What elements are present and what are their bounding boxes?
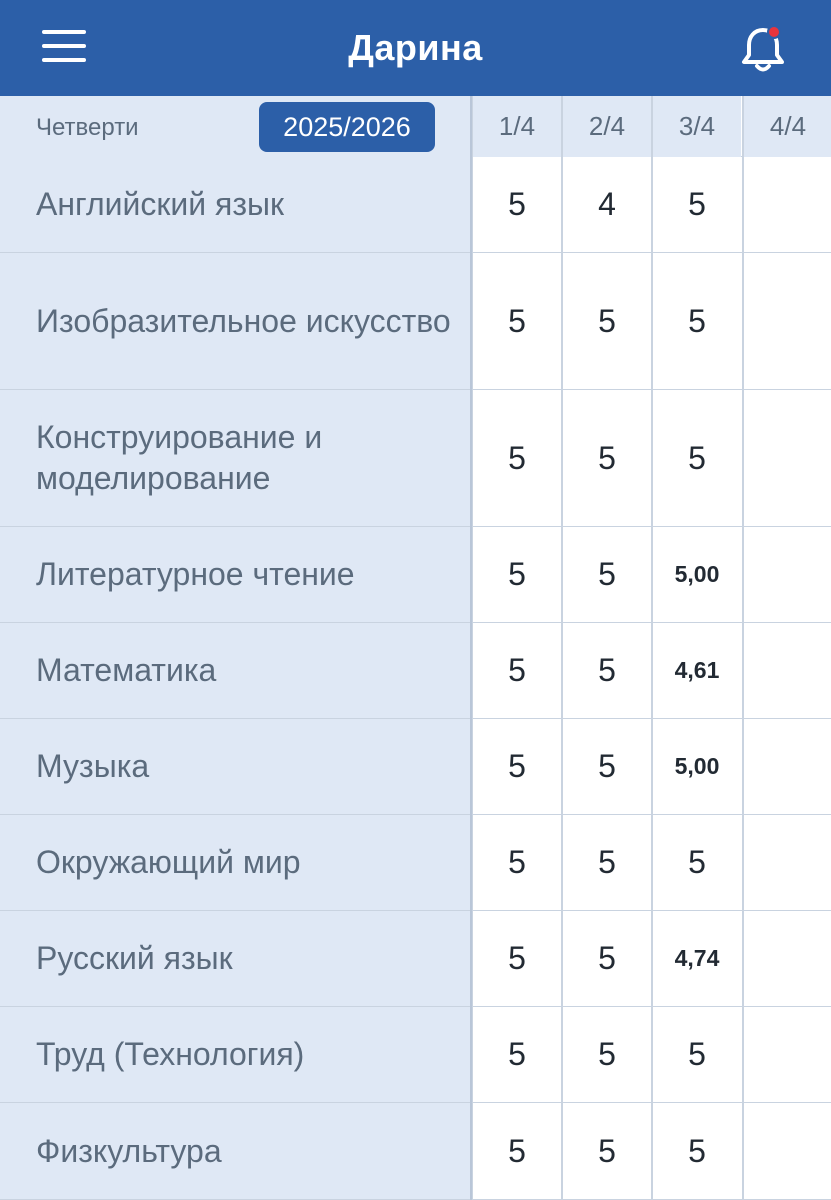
grade-cell[interactable] — [742, 815, 831, 910]
grade-cell[interactable]: 5 — [651, 390, 741, 526]
grade-cell[interactable] — [742, 253, 831, 389]
table-row[interactable]: Конструирование и моделирование 5 5 5 — [0, 390, 831, 527]
table-row[interactable]: Труд (Технология) 5 5 5 — [0, 1007, 831, 1103]
grade-cell[interactable]: 5 — [651, 253, 741, 389]
subject-name: Математика — [0, 623, 471, 718]
table-row[interactable]: Английский язык 5 4 5 — [0, 157, 831, 253]
column-divider — [470, 96, 472, 1200]
grade-cell[interactable] — [742, 1007, 831, 1102]
grade-cell[interactable]: 5 — [561, 1007, 651, 1102]
table-row[interactable]: Изобразительное искусство 5 5 5 — [0, 253, 831, 390]
bell-icon-graphic — [742, 25, 784, 72]
table-row[interactable]: Окружающий мир 5 5 5 — [0, 815, 831, 911]
subject-name: Музыка — [0, 719, 471, 814]
grade-cell[interactable]: 5 — [651, 815, 741, 910]
table-row[interactable]: Русский язык 5 5 4,74 — [0, 911, 831, 1007]
table-row[interactable]: Физкультура 5 5 5 — [0, 1103, 831, 1200]
header-left: Четверти 2025/2026 — [0, 96, 471, 157]
grade-cell[interactable]: 5 — [471, 253, 561, 389]
grade-cell[interactable] — [742, 1103, 831, 1199]
grade-cell[interactable] — [742, 157, 831, 252]
grade-cell[interactable]: 5 — [471, 527, 561, 622]
table-header: Четверти 2025/2026 1/4 2/4 3/4 4/4 — [0, 96, 831, 157]
quarters-label: Четверти — [36, 114, 139, 141]
table-row[interactable]: Музыка 5 5 5,00 — [0, 719, 831, 815]
grade-cell[interactable]: 5 — [471, 390, 561, 526]
grade-cell[interactable] — [742, 390, 831, 526]
page-title: Дарина — [348, 27, 483, 68]
grade-cell[interactable]: 5 — [651, 1007, 741, 1102]
table-row[interactable]: Математика 5 5 4,61 — [0, 623, 831, 719]
column-header-q4[interactable]: 4/4 — [742, 96, 831, 157]
grade-cell[interactable]: 5 — [561, 253, 651, 389]
grade-cell[interactable]: 5 — [651, 1103, 741, 1199]
notification-dot — [767, 25, 781, 39]
grade-cell[interactable]: 5,00 — [651, 527, 741, 622]
subject-name: Русский язык — [0, 911, 471, 1006]
menu-icon-line — [42, 44, 86, 48]
column-header-q3[interactable]: 3/4 — [651, 96, 741, 157]
grade-cell[interactable]: 5 — [561, 815, 651, 910]
grade-cell[interactable] — [742, 911, 831, 1006]
grade-cell[interactable]: 5 — [471, 1103, 561, 1199]
grades-table: Четверти 2025/2026 1/4 2/4 3/4 4/4 Англи… — [0, 96, 831, 1200]
table-row[interactable]: Литературное чтение 5 5 5,00 — [0, 527, 831, 623]
subject-name: Окружающий мир — [0, 815, 471, 910]
menu-icon[interactable] — [40, 26, 88, 66]
grade-cell[interactable]: 5 — [561, 527, 651, 622]
grade-cell[interactable]: 5,00 — [651, 719, 741, 814]
subject-name: Изобразительное искусство — [0, 253, 471, 389]
subject-name: Физкультура — [0, 1103, 471, 1199]
grade-cell[interactable]: 5 — [471, 815, 561, 910]
menu-icon-line — [42, 58, 86, 62]
column-header-q1[interactable]: 1/4 — [471, 96, 561, 157]
school-year-button[interactable]: 2025/2026 — [259, 102, 435, 152]
grade-cell[interactable]: 5 — [651, 157, 741, 252]
grade-cell[interactable]: 5 — [561, 623, 651, 718]
grade-cell[interactable]: 5 — [561, 390, 651, 526]
grade-cell[interactable]: 5 — [471, 157, 561, 252]
subject-name: Английский язык — [0, 157, 471, 252]
grade-cell[interactable]: 5 — [471, 623, 561, 718]
grade-cell[interactable]: 5 — [471, 911, 561, 1006]
subject-name: Литературное чтение — [0, 527, 471, 622]
app-bar: Дарина — [0, 0, 831, 96]
grade-cell[interactable] — [742, 623, 831, 718]
grade-cell[interactable] — [742, 719, 831, 814]
bell-icon[interactable] — [736, 22, 790, 76]
grade-cell[interactable]: 5 — [561, 911, 651, 1006]
grade-cell[interactable]: 5 — [471, 719, 561, 814]
grade-cell[interactable]: 5 — [561, 1103, 651, 1199]
subject-name: Труд (Технология) — [0, 1007, 471, 1102]
grade-cell[interactable]: 5 — [561, 719, 651, 814]
grade-cell[interactable] — [742, 527, 831, 622]
grade-cell[interactable]: 4 — [561, 157, 651, 252]
column-header-q2[interactable]: 2/4 — [561, 96, 651, 157]
subject-name: Конструирование и моделирование — [0, 390, 471, 526]
grade-cell[interactable]: 4,74 — [651, 911, 741, 1006]
grade-cell[interactable]: 4,61 — [651, 623, 741, 718]
menu-icon-line — [42, 30, 86, 34]
grade-cell[interactable]: 5 — [471, 1007, 561, 1102]
